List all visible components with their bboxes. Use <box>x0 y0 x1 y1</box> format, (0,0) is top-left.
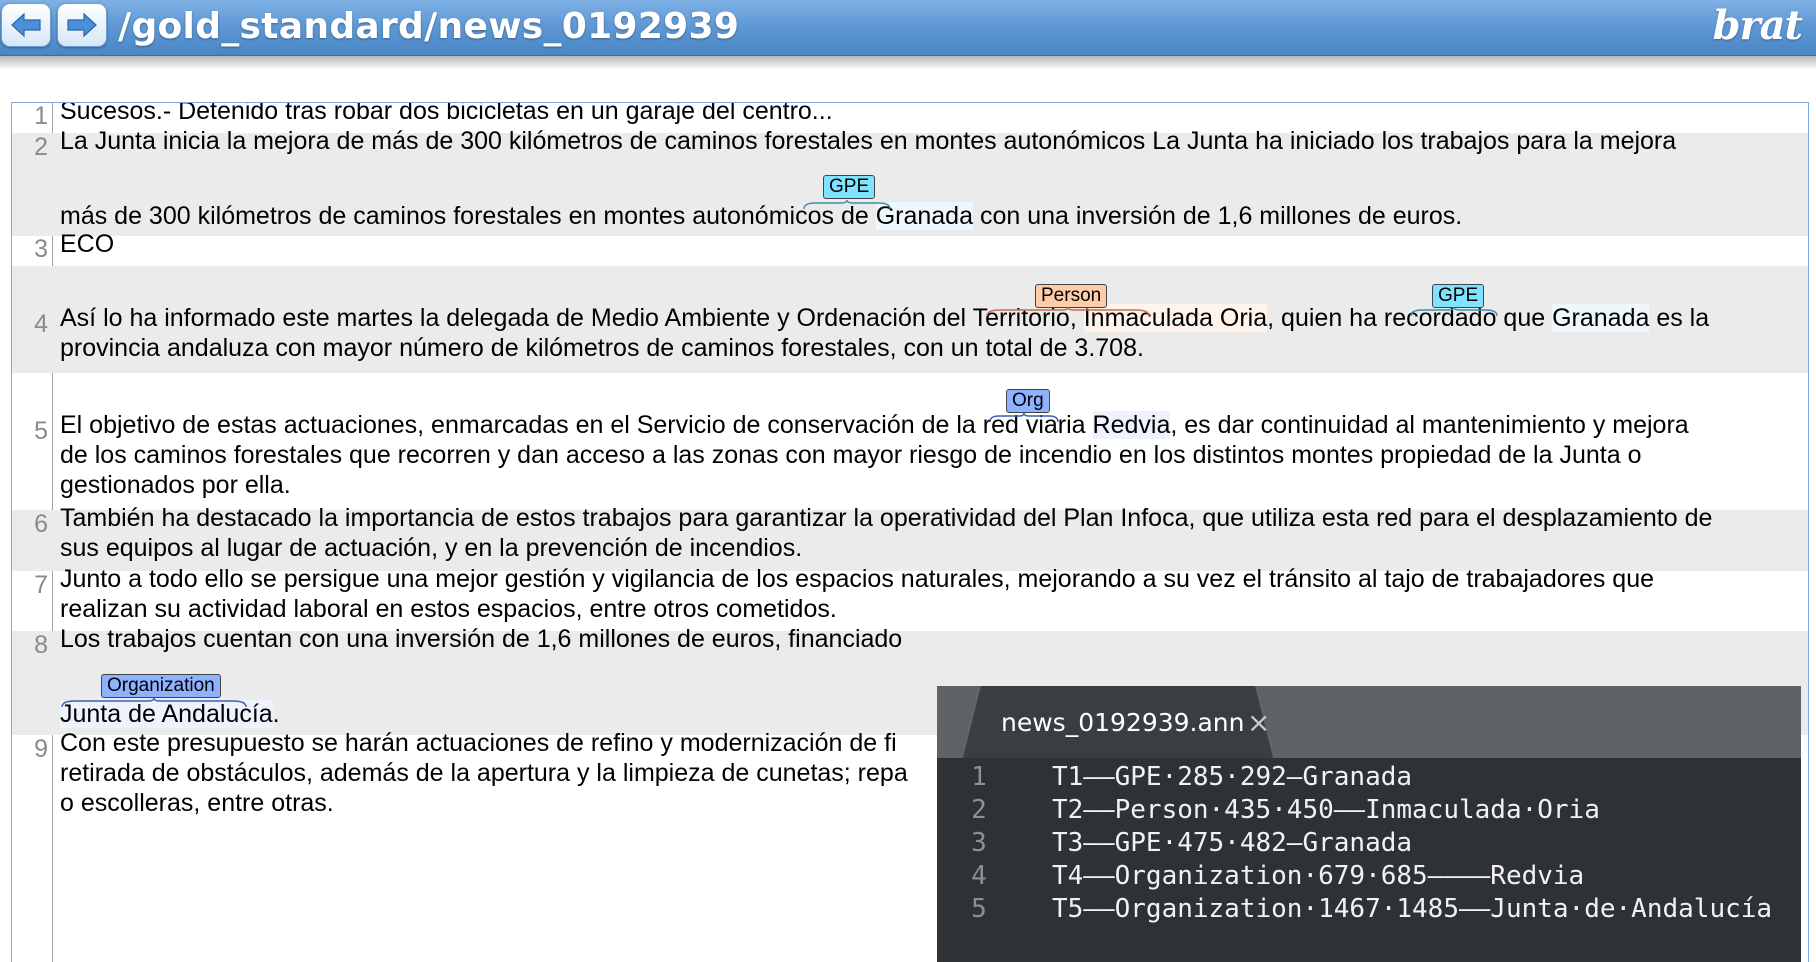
sentence-text: Junto a todo ello se persigue una mejor … <box>60 565 1655 593</box>
brat-logo: brat <box>1712 2 1803 49</box>
line-number: 6 <box>34 510 48 538</box>
sentence-2: 2 La Junta inicia la mejora de más de 30… <box>12 127 1808 236</box>
entity-org[interactable]: Redvia <box>1092 411 1171 439</box>
line-number: 5 <box>34 417 48 445</box>
span-brace <box>986 307 1150 317</box>
tab-title: news_0192939.ann <box>1001 708 1245 737</box>
sentence-text: sus equipos al lugar de actuación, y en … <box>60 534 803 562</box>
sentence-text: o escolleras, entre otras. <box>60 789 334 817</box>
line-number: 9 <box>34 735 48 763</box>
arrow-left-icon <box>11 12 41 38</box>
span-brace <box>1410 307 1498 317</box>
line-number: 4 <box>34 310 48 338</box>
sentence-text: Sucesos.- Detenido tras robar dos bicicl… <box>60 102 833 125</box>
sentence-text: La Junta inicia la mejora de más de 300 … <box>60 127 1677 155</box>
sentence-text: de los caminos forestales que recorren y… <box>60 441 1642 469</box>
annotation-file-editor: news_0192939.ann × 1 T1——GPE·285·292—Gra… <box>937 686 1801 962</box>
arrow-right-icon <box>67 12 97 38</box>
sentence-5: 5 El objetivo de estas actuaciones, enma… <box>12 373 1808 510</box>
sentence-text: El objetivo de estas actuaciones, enmarc… <box>60 411 1689 439</box>
entity-gpe[interactable]: Granada <box>1552 304 1650 332</box>
sentence-text: Los trabajos cuentan con una inversión d… <box>60 625 903 653</box>
close-icon[interactable]: × <box>1247 706 1270 739</box>
editor-line-text: T5——Organization·1467·1485——Junta·de·And… <box>1052 894 1773 924</box>
entity-label-organization[interactable]: Organization <box>101 674 221 698</box>
line-number: 3 <box>34 235 48 263</box>
sentence-text: ECO <box>60 230 115 258</box>
sentence-text: gestionados por ella. <box>60 471 291 499</box>
line-number: 1 <box>34 102 48 130</box>
span-brace <box>61 698 247 708</box>
line-number: 8 <box>34 631 48 659</box>
document-path: /gold_standard/news_0192939 <box>118 6 740 47</box>
back-button[interactable] <box>1 3 51 47</box>
sentence-text: más de 300 kilómetros de caminos foresta… <box>60 202 1463 230</box>
editor-line-number: 5 <box>971 894 987 924</box>
entity-label-gpe[interactable]: GPE <box>1432 284 1485 308</box>
sentence-text: Con este presupuesto se harán actuacione… <box>60 729 897 757</box>
line-number: 2 <box>34 133 48 161</box>
editor-body[interactable]: 1 T1——GPE·285·292—Granada 2 T2——Person·4… <box>937 758 1801 962</box>
sentence-text: realizan su actividad laboral en estos e… <box>60 595 837 623</box>
header-shadow <box>0 56 1816 70</box>
span-brace <box>803 200 891 210</box>
sentence-6: 6 También ha destacado la importancia de… <box>12 504 1808 571</box>
sentence-text: provincia andaluza con mayor número de k… <box>60 334 1144 362</box>
sentence-4: 4 Así lo ha informado este martes la del… <box>12 266 1808 373</box>
sentence-7: 7 Junto a todo ello se persigue una mejo… <box>12 565 1808 631</box>
sentence-text: También ha destacado la importancia de e… <box>60 504 1713 532</box>
entity-label-person[interactable]: Person <box>1035 284 1108 308</box>
sentence-text: retirada de obstáculos, además de la ape… <box>60 759 908 787</box>
editor-line: 5 T5——Organization·1467·1485——Junta·de·A… <box>937 890 1801 928</box>
top-bar: /gold_standard/news_0192939 brat <box>0 0 1816 56</box>
entity-label-gpe[interactable]: GPE <box>823 175 876 199</box>
entity-label-org[interactable]: Org <box>1006 389 1050 413</box>
span-brace <box>989 413 1059 423</box>
sentence-3: 3 ECO <box>12 230 1808 266</box>
forward-button[interactable] <box>57 3 107 47</box>
line-number: 7 <box>34 571 48 599</box>
